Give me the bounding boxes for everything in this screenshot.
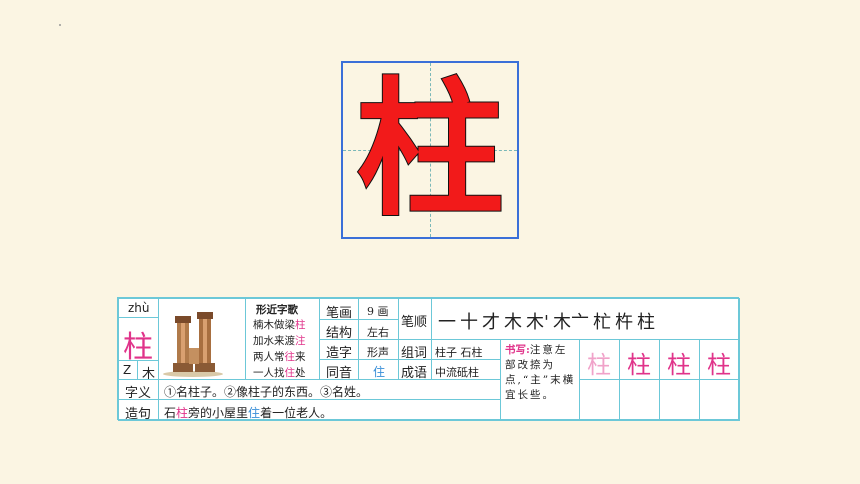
formation-value: 形声	[367, 346, 389, 359]
practice-cell: 柱	[619, 339, 660, 380]
stroke-order-step: 木	[504, 312, 522, 333]
strokes-value-cell: 9 画	[358, 298, 399, 320]
homophone-value: 住	[373, 365, 386, 379]
practice-char: 柱	[627, 351, 651, 379]
writing-note-cell: 书写:注意左部改捺为点,“主”末横宜长些。	[500, 339, 580, 421]
poem-title: 形近字歌	[256, 304, 298, 316]
stroke-order-step: 杵	[614, 312, 633, 333]
stroke-order-step: 木'	[526, 312, 549, 333]
poem-lines: 楠木做梁柱 加水来渡注 两人常往来 一人找住处	[253, 317, 306, 381]
idiom-label-cell: 成语	[398, 359, 432, 381]
practice-blank-cell	[699, 379, 740, 421]
character-card: zhù 柱 Z 木 形近字歌 楠木做梁柱 加水来渡注 两人常往来 一人找住处 笔…	[117, 297, 740, 422]
homophone-label-cell: 同音	[319, 359, 359, 381]
formation-value-cell: 形声	[358, 339, 399, 360]
homophone-value-cell: 住	[358, 359, 399, 380]
order-label-cell: 笔顺	[398, 298, 432, 340]
practice-char: 柱	[667, 351, 691, 379]
pillars-illustration	[163, 312, 223, 377]
poem-cell: 形近字歌 楠木做梁柱 加水来渡注 两人常往来 一人找住处	[245, 298, 320, 380]
meaning-value-cell: ①名柱子。②像柱子的东西。③名姓。	[158, 379, 501, 400]
picture-cell	[158, 298, 246, 380]
stroke-order-step: 才	[482, 312, 500, 333]
radical-letter: Z	[123, 363, 132, 377]
idiom-value: 中流砥柱	[435, 366, 479, 379]
meaning-label-cell: 字义	[118, 379, 159, 401]
stroke-order-step: 木亠	[552, 312, 589, 333]
sentence-label: 造句	[125, 407, 152, 422]
practice-cell: 柱	[659, 339, 700, 380]
writing-note: 书写:注意左部改捺为点,“主”末横宜长些。	[505, 343, 577, 403]
char-cell: 柱	[118, 317, 159, 365]
poem-line: 加水来渡注	[253, 335, 306, 347]
practice-cell: 柱	[699, 339, 740, 380]
practice-char-trace: 柱	[587, 351, 611, 379]
practice-cell: 柱	[579, 339, 620, 380]
stroke-order-step: 十	[460, 312, 478, 333]
radical-letter-cell: Z	[118, 360, 138, 380]
stroke-order-sequence: 一十才木木' 木亠杧杵柱	[438, 308, 659, 334]
stroke-order-cell: 一十才木木' 木亠杧杵柱	[431, 298, 740, 340]
practice-blank-cell	[579, 379, 620, 421]
strokes-value: 9 画	[367, 305, 389, 318]
structure-value-cell: 左右	[358, 319, 399, 340]
example-sentence: 石柱旁的小屋里住着一位老人。	[164, 406, 333, 420]
structure-label-cell: 结构	[319, 319, 359, 341]
slide-dot	[59, 24, 61, 26]
formation-label-cell: 造字	[319, 339, 359, 361]
order-label: 笔顺	[401, 315, 428, 330]
sentence-value-cell: 石柱旁的小屋里住着一位老人。	[158, 399, 501, 421]
practice-char: 柱	[707, 351, 731, 379]
stroke-order-step: 柱	[636, 312, 655, 333]
pinyin: zhù	[128, 301, 150, 315]
words-value: 柱子 石柱	[435, 346, 483, 359]
poem-line: 楠木做梁柱	[253, 319, 306, 331]
practice-blank-cell	[659, 379, 700, 421]
practice-blank-cell	[619, 379, 660, 421]
poem-line: 两人常往来	[253, 351, 306, 363]
large-character-box: 柱	[341, 61, 519, 239]
pinyin-cell: zhù	[118, 298, 159, 318]
large-character: 柱	[355, 62, 505, 236]
radical-cell: 木	[137, 360, 159, 382]
idiom-value-cell: 中流砥柱	[431, 359, 501, 380]
writing-label: 书写:	[505, 344, 530, 356]
meaning-value: ①名柱子。②像柱子的东西。③名姓。	[164, 385, 369, 399]
stroke-order-step: 杧	[592, 312, 611, 333]
sentence-label-cell: 造句	[118, 399, 159, 422]
words-label-cell: 组词	[398, 339, 432, 361]
structure-value: 左右	[367, 326, 389, 339]
strokes-label-cell: 笔画	[319, 298, 359, 321]
stroke-order-step: 一	[438, 312, 456, 333]
words-value-cell: 柱子 石柱	[431, 339, 501, 360]
